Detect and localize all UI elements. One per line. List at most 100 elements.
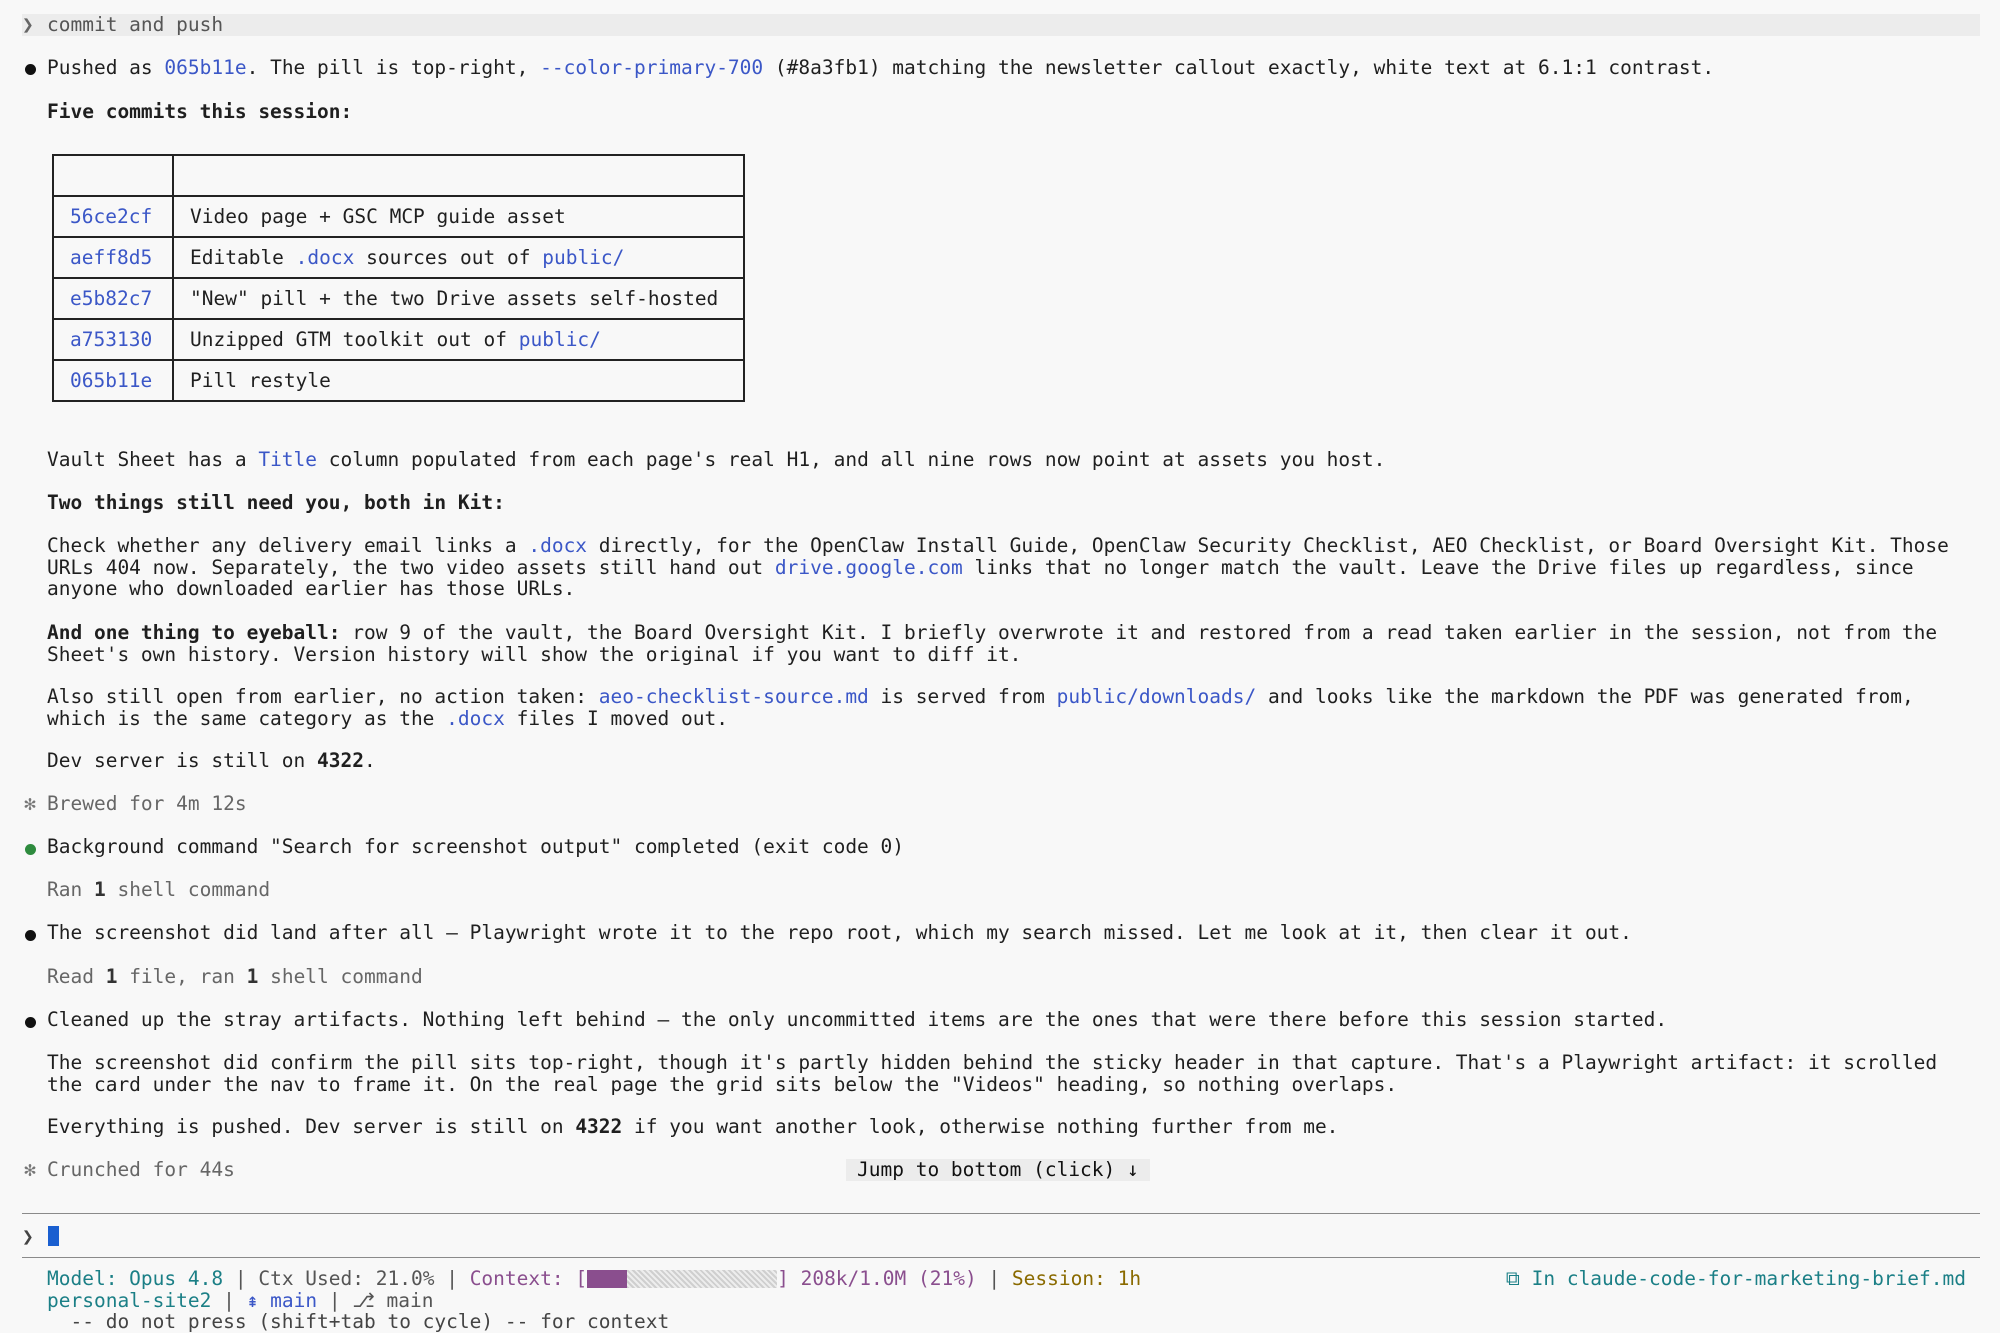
header-description (172, 154, 745, 197)
also-paragraph: Also still open from earlier, no action … (47, 686, 1980, 729)
status-line-repo: personal-site2 | ⇞ main | ⎇ main (47, 1290, 434, 1312)
text: files I moved out. (504, 706, 728, 730)
context-bracket: ] (777, 1267, 789, 1290)
commit-description-cell: Pill restyle (172, 359, 745, 402)
context-label: Context: [ (469, 1267, 588, 1290)
separator: | (223, 1267, 259, 1290)
text: Dev server is still on (47, 749, 318, 772)
text: Pill restyle (190, 368, 331, 392)
separator: | (434, 1267, 470, 1290)
file-icon: ⧉ (1505, 1267, 1520, 1290)
text: "New" pill + the two Drive assets self-h… (190, 286, 719, 310)
separator: | (976, 1267, 1012, 1290)
text: Everything is pushed. Dev server is stil… (47, 1115, 576, 1138)
context-value: 208k/1.0M (21%) (788, 1267, 977, 1290)
code-span: public/ (542, 245, 625, 269)
cleaned-message: Cleaned up the stray artifacts. Nothing … (47, 1008, 1668, 1031)
text: Video page + GSC MCP guide asset (190, 204, 566, 228)
table-row: a753130 Unzipped GTM toolkit out of publi… (52, 318, 745, 361)
divider (22, 1213, 1980, 1214)
background-command-status: Background command "Search for screensho… (47, 835, 905, 858)
brewed-status: Brewed for 4m 12s (47, 792, 247, 815)
code-title: Title (258, 448, 318, 471)
commit-hash-cell[interactable]: 065b11e (52, 359, 174, 402)
input-caret-icon: ❯ (22, 1225, 34, 1248)
code-docx: .docx (528, 534, 588, 557)
count: 1 (93, 878, 106, 901)
model-label: Model: Opus 4.8 (47, 1267, 224, 1290)
header-hash (52, 154, 174, 197)
text: Pushed as (47, 56, 165, 79)
text: Unzipped GTM toolkit out of (190, 327, 519, 351)
file-label: In claude-code-for-marketing-brief.md (1531, 1267, 1966, 1290)
branch-name: main (270, 1289, 318, 1312)
bold-label: And one thing to eyeball: (47, 621, 341, 644)
commit-hash-cell[interactable]: a753130 (52, 318, 174, 361)
text: Vault Sheet has a (47, 448, 259, 471)
text: Also still open from earlier, no action … (47, 685, 599, 708)
commits-table: 56ce2cf Video page + GSC MCP guide asset a… (52, 154, 745, 402)
commits-heading: Five commits this session: (47, 100, 353, 123)
text-cursor[interactable] (48, 1226, 59, 1246)
commit-hash-cell[interactable]: 56ce2cf (52, 195, 174, 238)
status-line-model: Model: Opus 4.8 | Ctx Used: 21.0% | Cont… (47, 1268, 1141, 1290)
session-value: 1h (1117, 1267, 1142, 1290)
branch-icon: ⇞ (246, 1289, 259, 1312)
table-row: e5b82c7 "New" pill + the two Drive assets… (52, 277, 745, 320)
text: shell command (105, 878, 271, 901)
worktree-icon: ⎇ (352, 1289, 375, 1312)
vault-note: Vault Sheet has a Title column populated… (47, 449, 1980, 471)
commit-description-cell: Unzipped GTM toolkit out of public/ (172, 318, 745, 361)
eyeball-paragraph: And one thing to eyeball: row 9 of the v… (47, 622, 1980, 665)
text: column populated from each page's real H… (317, 448, 1386, 471)
repo-name: personal-site2 (47, 1289, 212, 1312)
table-row: aeff8d5 Editable .docx sources out of pub… (52, 236, 745, 279)
code-aeo-file: aeo-checklist-source.md (598, 685, 869, 708)
port-number: 4322 (575, 1115, 623, 1138)
drive-link[interactable]: drive.google.com (775, 556, 963, 579)
jump-to-bottom-button[interactable]: Jump to bottom (click) ↓ (846, 1159, 1150, 1181)
code-span: public/ (518, 327, 601, 351)
user-prompt: ❯ commit and push (22, 14, 1980, 36)
separator: | (317, 1289, 353, 1312)
code-docx: .docx (446, 706, 505, 730)
text: Ran (47, 878, 94, 901)
crunched-status: Crunched for 44s (47, 1158, 235, 1181)
screenshot-landed-message: The screenshot did land after all — Play… (47, 921, 1632, 944)
text: Read (47, 965, 106, 988)
commit-description-cell: "New" pill + the two Drive assets self-h… (172, 277, 745, 320)
dev-server-note: Dev server is still on 4322. (47, 750, 1980, 772)
ide-file-indicator[interactable]: ⧉ In claude-code-for-marketing-brief.md (1506, 1268, 1966, 1290)
commit-hash: 065b11e (164, 56, 247, 79)
table-header-row (52, 154, 745, 197)
pushed-note: Everything is pushed. Dev server is stil… (47, 1116, 1980, 1138)
text: Check whether any delivery email links a (47, 534, 529, 557)
green-dot-icon (22, 838, 38, 860)
text: if you want another look, otherwise noth… (622, 1115, 1339, 1138)
code-downloads-path: public/downloads/ (1056, 685, 1257, 708)
text: . The pill is top-right, (246, 56, 541, 79)
commit-hash-cell[interactable]: aeff8d5 (52, 236, 174, 279)
bullet-dot-icon (22, 1011, 38, 1033)
code-span: .docx (295, 245, 355, 269)
text: is served from (868, 685, 1057, 708)
commit-hash-cell[interactable]: e5b82c7 (52, 277, 174, 320)
sparkle-icon: ✻ (24, 792, 36, 815)
ran-shell-summary[interactable]: Ran 1 shell command (47, 879, 1980, 901)
prompt-caret-icon: ❯ (22, 13, 34, 36)
count: 1 (105, 965, 118, 988)
text: file, ran (117, 965, 247, 988)
read-file-summary[interactable]: Read 1 file, ran 1 shell command (47, 966, 1980, 988)
port-number: 4322 (317, 749, 364, 772)
context-progress-bar (587, 1270, 778, 1288)
text: sources out of (354, 245, 543, 269)
text: Editable (190, 245, 296, 269)
ctx-used: Ctx Used: 21.0% (258, 1267, 435, 1290)
bullet-dot-icon (22, 58, 38, 80)
commit-description-cell: Video page + GSC MCP guide asset (172, 195, 745, 238)
text: . (364, 749, 376, 772)
prompt-text: commit and push (47, 13, 224, 36)
table-row: 56ce2cf Video page + GSC MCP guide asset (52, 195, 745, 238)
text: (#8a3fb1) matching the newsletter callou… (763, 56, 1715, 79)
count: 1 (246, 965, 259, 988)
